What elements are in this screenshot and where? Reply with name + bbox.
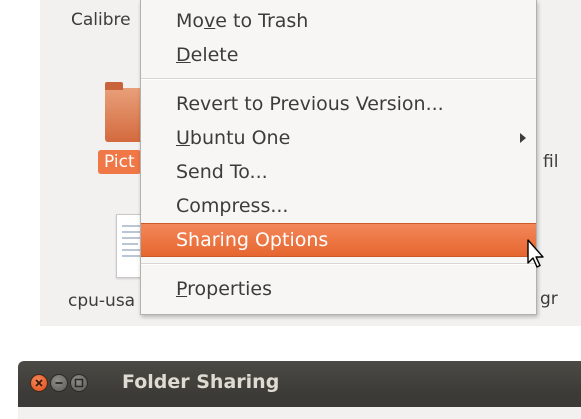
close-icon[interactable] [30,374,48,392]
label-part: roperties [187,278,273,300]
file-label-right-top[interactable]: fil [543,152,558,172]
dialog-body-top [18,407,581,419]
label-part: Mo [176,10,205,32]
menu-item-label: Delete [176,38,238,72]
menu-item-label: Properties [176,272,272,306]
file-label-pictures[interactable]: Pict [98,150,141,174]
label-part: buntu One [189,127,291,149]
menu-item-label: Ubuntu One [176,121,290,155]
menu-item-move-to-trash[interactable]: Move to Trash [141,4,536,38]
menu-item-label: Sharing Options [176,229,329,251]
label-part: elete [190,44,239,66]
menu-item-sharing-options[interactable]: Sharing Options [141,223,536,257]
menu-item-send-to[interactable]: Send To... [141,155,536,189]
submenu-arrow-icon [520,133,526,143]
menu-item-ubuntu-one[interactable]: Ubuntu One [141,121,536,155]
minimize-icon[interactable] [50,374,68,392]
menu-separator [141,78,536,80]
accelerator-key: P [176,278,188,300]
accelerator-key: U [176,127,190,149]
maximize-glyph [74,378,84,388]
file-label-right-bottom[interactable]: gr [540,289,558,309]
doc-line [122,231,140,233]
menu-item-revert[interactable]: Revert to Previous Version... [141,87,536,121]
context-menu: Move to Trash Delete Revert to Previous … [140,0,537,315]
menu-item-label: Compress... [176,195,289,217]
file-label-calibre[interactable]: Calibre [71,10,131,30]
menu-item-compress[interactable]: Compress... [141,189,536,223]
minimize-glyph [55,382,63,384]
menu-item-delete[interactable]: Delete [141,38,536,72]
close-glyph [35,379,43,387]
menu-item-label: Revert to Previous Version... [176,93,444,115]
maximize-icon[interactable] [70,374,88,392]
dialog-titlebar[interactable]: Folder Sharing [18,361,581,419]
doc-line [122,255,142,257]
label-part: e to Trash [215,10,309,32]
dialog-title: Folder Sharing [122,371,280,393]
accelerator-key: D [176,44,191,66]
menu-item-label: Move to Trash [176,4,308,38]
file-label-cpu-usage[interactable]: cpu-usa [68,291,135,311]
doc-line [122,243,138,245]
accelerator-key: v [204,10,216,32]
menu-item-label: Send To... [176,161,268,183]
mouse-pointer-icon [527,239,544,268]
menu-item-properties[interactable]: Properties [141,272,536,306]
menu-separator [141,263,536,265]
